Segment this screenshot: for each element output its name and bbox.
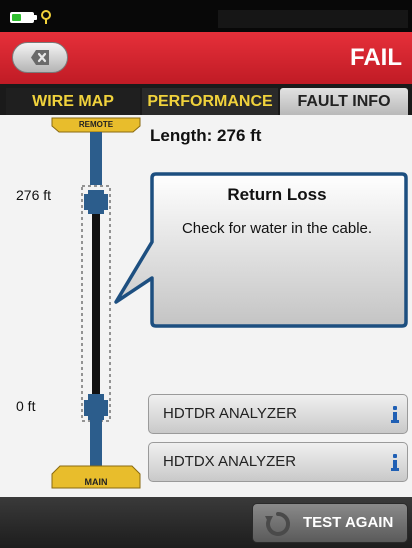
tab-fault-info[interactable]: FAULT INFO [280,88,408,115]
cable-upper [90,137,102,185]
test-again-label: TEST AGAIN [303,514,394,531]
hdtdr-analyzer-label: HDTDR ANALYZER [163,405,297,422]
back-button[interactable] [12,42,68,73]
info-icon [391,406,399,423]
tab-wire-map[interactable]: WIRE MAP [6,88,140,115]
remote-end: REMOTE [51,117,141,137]
near-end-distance: 0 ft [16,398,36,414]
probe-icon [41,10,51,24]
cable-black [92,214,100,394]
far-end-connector [84,190,108,214]
far-end-distance: 276 ft [16,187,52,203]
app-frame: FAIL WIRE MAP PERFORMANCE FAULT INFO REM… [0,0,412,548]
bottom-bar: TEST AGAIN [0,497,412,548]
near-end-connector [84,394,108,420]
hdtdx-analyzer-button[interactable]: HDTDX ANALYZER [148,442,408,482]
tab-bar: WIRE MAP PERFORMANCE FAULT INFO [0,84,412,115]
hdtdr-analyzer-button[interactable]: HDTDR ANALYZER [148,394,408,434]
refresh-icon [265,511,291,536]
remote-label: REMOTE [79,120,114,129]
hdtdx-analyzer-label: HDTDX ANALYZER [163,453,297,470]
cable-lower [90,420,102,468]
info-icon [391,454,399,471]
main-label: MAIN [85,477,108,487]
cable-length: Length: 276 ft [150,126,262,145]
fault-message: Check for water in the cable. [181,220,373,237]
test-again-button[interactable]: TEST AGAIN [252,503,408,543]
close-x-icon [31,50,49,65]
fault-title: Return Loss [227,185,327,204]
main-end: MAIN [51,465,141,489]
tab-performance[interactable]: PERFORMANCE [142,88,278,115]
status-region [218,10,408,28]
test-status: FAIL [350,44,402,71]
status-bar [0,0,412,32]
result-header: FAIL [0,32,412,84]
battery-icon [10,12,37,23]
